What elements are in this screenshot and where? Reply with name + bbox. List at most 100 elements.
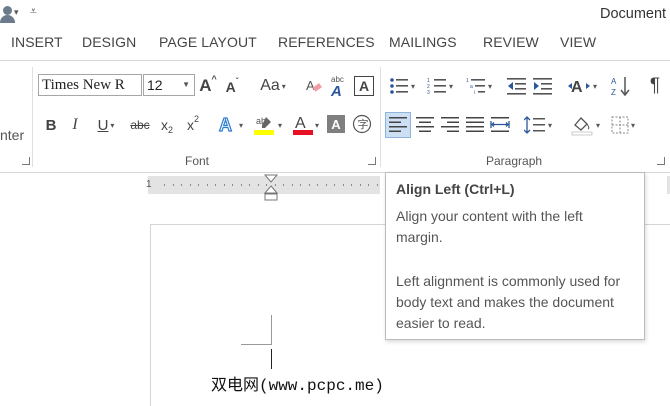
superscript-button[interactable]: x2 [183,114,203,136]
decrease-indent-icon[interactable] [506,75,528,97]
group-separator [380,67,381,167]
svg-text:A: A [295,115,306,132]
change-case-label: Aa [260,77,280,94]
clipboard-launcher-icon[interactable] [22,157,30,165]
clear-formatting-icon[interactable]: A [304,76,324,96]
tab-references[interactable]: REFERENCES [278,34,375,50]
font-name-box[interactable]: Times New R [38,74,142,96]
svg-text:A: A [330,83,342,98]
tab-view[interactable]: VIEW [560,34,596,50]
pilcrow-icon[interactable]: ¶ [645,74,665,98]
tab-design[interactable]: DESIGN [82,34,136,50]
ruler-tick [351,184,352,186]
phonetic-guide-icon[interactable]: abc A [328,74,348,98]
numbering-icon[interactable]: 1 2 3 ▾ [424,75,456,97]
quick-access-dropdown-icon[interactable]: ▾ [14,7,19,18]
ruler-tick [376,184,378,186]
highlight-color-icon[interactable]: ab ▾ [251,113,285,137]
align-left-button[interactable] [385,112,411,138]
chevron-down-icon[interactable]: ▼ [182,80,190,89]
margin-corner-mark [241,344,272,345]
svg-text:a: a [470,84,473,90]
ruler-tick [206,184,208,186]
shading-icon[interactable]: ▾ [566,112,604,138]
multilevel-list-icon[interactable]: 1 a i ▾ [462,75,496,97]
underline-button[interactable]: U ▾ [92,114,120,136]
title-bar [0,0,670,30]
tooltip-description: Align your content with the left margin. [396,208,583,245]
borders-icon[interactable]: ▾ [606,112,640,138]
ruler-tick [359,184,361,186]
svg-text:Z: Z [611,88,616,97]
bullets-icon[interactable]: ▾ [386,75,418,97]
ruler-tick [181,184,182,186]
svg-text:A: A [219,115,232,135]
tooltip-details: Left alignment is commonly used for body… [396,273,621,331]
shrink-font-button[interactable]: Aˇ [222,77,242,97]
document-title: Document [600,6,667,22]
font-color-icon[interactable]: A ▾ [289,113,323,137]
line-spacing-icon[interactable]: ▾ [520,112,556,138]
tab-review[interactable]: REVIEW [483,34,539,50]
increase-indent-icon[interactable] [532,75,554,97]
justify-button[interactable] [463,112,487,138]
ruler-tick [189,184,191,186]
paragraph-group-label: Paragraph [486,154,543,168]
ruler-tick [308,184,310,186]
text-effects-icon[interactable]: A ▾ [215,113,245,137]
center-button[interactable] [413,112,437,138]
ruler-tick [368,184,369,186]
ruler-tick [215,184,216,186]
asian-layout-icon[interactable]: A ▾ [564,74,600,98]
character-border-icon[interactable]: A [354,76,374,96]
indent-marker-icon[interactable] [263,174,279,207]
sort-icon[interactable]: AZ [610,74,632,98]
character-shading-icon[interactable]: A [327,115,345,133]
svg-text:A: A [306,78,315,93]
tooltip-title: Align Left (Ctrl+L) [396,181,515,197]
watermark: 双电网(www.pcpc.me) [211,377,384,395]
ruler-tick [198,184,199,186]
align-left-tooltip: Align Left (Ctrl+L) Align your content w… [385,172,645,340]
ruler-tick [232,184,233,186]
grow-font-button[interactable]: A ^ [198,74,218,97]
ruler-tick [300,184,301,186]
ruler-tick [172,184,174,186]
ruler-tick [334,184,335,186]
ruler-tick [283,184,284,186]
change-case-button[interactable]: Aa ▾ [256,75,290,97]
font-dialog-launcher-icon[interactable] [368,157,376,165]
align-right-button[interactable] [438,112,462,138]
svg-text:3: 3 [427,90,430,95]
svg-text:A: A [571,79,583,96]
svg-text:字: 字 [358,117,369,131]
ruler-tick [164,184,165,186]
strikethrough-button[interactable]: abc [129,114,151,136]
customize-toolbar-icon[interactable]: ⩡ [30,4,37,19]
paragraph-dialog-launcher-icon[interactable] [657,157,665,165]
italic-button[interactable]: I [68,114,82,136]
group-separator [32,67,33,167]
svg-text:1: 1 [466,78,469,84]
bold-button[interactable]: B [42,114,60,136]
svg-text:i: i [474,90,475,95]
ruler-tick [325,184,327,186]
subscript-button[interactable]: x2 [157,114,177,136]
tab-page-layout[interactable]: PAGE LAYOUT [159,34,257,50]
text-cursor [271,349,272,369]
ruler-tick [291,184,293,186]
tab-insert[interactable]: INSERT [11,34,63,50]
margin-corner-mark [271,315,272,345]
ribbon: nter Times New R 12 ▼ A ^ Aˇ Aa ▾ A abc A A… [0,60,670,173]
ruler-tick [223,184,225,186]
paste-label[interactable]: nter [0,127,24,143]
font-group-label: Font [185,154,210,168]
font-size-value: 12 [147,77,163,93]
enclose-characters-icon[interactable]: 字 [352,114,372,134]
ruler-tick [342,184,344,186]
distributed-button[interactable] [488,112,512,138]
ruler-tick [257,184,259,186]
font-size-box[interactable]: 12 ▼ [143,74,195,96]
ruler-tick [240,184,242,186]
tab-mailings[interactable]: MAILINGS [389,34,457,50]
